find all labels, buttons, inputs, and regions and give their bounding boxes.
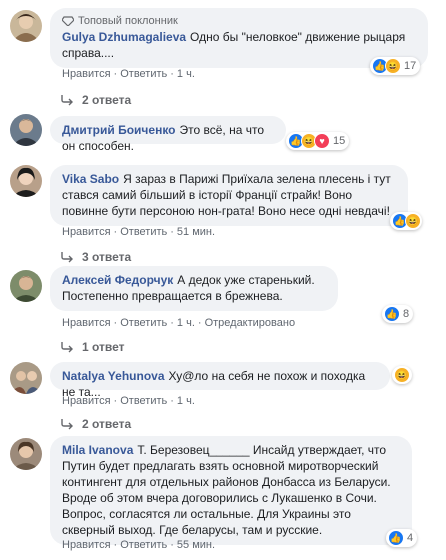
comment-bubble: Алексей Федорчук А дедок уже старенький. … <box>50 266 338 311</box>
comment-time[interactable]: 1 ч. <box>177 317 195 329</box>
comment-actions: Нравится · Ответить · 51 мин. <box>62 226 216 238</box>
avatar-image <box>12 441 40 470</box>
comment-time[interactable]: 51 мин. <box>177 226 215 238</box>
avatar-image <box>10 371 42 394</box>
reaction-summary[interactable]: 👍 😆 <box>390 212 422 230</box>
comment-time[interactable]: 1 ч. <box>177 68 195 80</box>
view-replies-button[interactable]: 1 ответ <box>60 340 125 354</box>
comment-time[interactable]: 55 мин. <box>177 539 215 551</box>
comment-bubble: Vika Sabo Я зараз в Парижі Приїхала зелен… <box>50 165 408 226</box>
avatar-image <box>12 119 40 146</box>
replies-count: 2 ответа <box>82 417 132 431</box>
haha-reaction-icon: 😆 <box>394 367 410 383</box>
comment-bubble: Mila Ivanova Т. Березовец______ Инсайд ут… <box>50 436 412 545</box>
reply-arrow-icon <box>61 95 73 106</box>
avatar[interactable] <box>10 438 42 470</box>
avatar[interactable] <box>10 362 42 394</box>
comment-actions: Нравится · Ответить · 55 мин. <box>62 539 216 551</box>
reaction-count: 8 <box>403 308 410 320</box>
like-button[interactable]: Нравится <box>62 395 111 407</box>
reply-button[interactable]: Ответить <box>120 317 167 329</box>
heart-reaction-icon: ♥ <box>314 133 330 149</box>
comment-author[interactable]: Vika Sabo <box>62 172 119 186</box>
edited-label: Отредактировано <box>204 317 296 329</box>
like-button[interactable]: Нравится <box>62 317 111 329</box>
reaction-summary[interactable]: 👍 😆 ♥ 15 <box>286 132 350 150</box>
reply-arrow-icon <box>61 342 73 353</box>
comment-author[interactable]: Gulya Dzhumagalieva <box>62 30 186 44</box>
top-fan-badge: Топовый поклонник <box>62 14 416 28</box>
comment-actions: Нравится · Ответить · 1 ч. <box>62 68 195 80</box>
like-button[interactable]: Нравится <box>62 539 111 551</box>
avatar[interactable] <box>10 114 42 146</box>
comment-bubble: Дмитрий Боиченко Это всё, на что он спосо… <box>50 116 286 153</box>
avatar-image <box>12 167 40 197</box>
comment-actions: Нравится · Ответить · 1 ч. <box>62 395 195 407</box>
haha-reaction-icon: 😆 <box>405 213 421 229</box>
reaction-summary[interactable]: 👍 4 <box>386 529 418 547</box>
comment-time[interactable]: 1 ч. <box>177 395 195 407</box>
reaction-count: 4 <box>407 532 414 544</box>
reaction-count: 17 <box>404 60 417 72</box>
like-button[interactable]: Нравится <box>62 226 111 238</box>
badge-label: Топовый поклонник <box>78 15 178 27</box>
comment-actions: Нравится · Ответить · 1 ч. · Отредактировано <box>62 317 296 329</box>
reply-button[interactable]: Ответить <box>120 395 167 407</box>
diamond-icon <box>62 16 74 26</box>
avatar-image <box>12 276 40 302</box>
haha-reaction-icon: 😆 <box>385 58 401 74</box>
comment-author[interactable]: Дмитрий Боиченко <box>62 123 176 137</box>
like-reaction-icon: 👍 <box>384 306 400 322</box>
comment-author[interactable]: Mila Ivanova <box>62 443 133 457</box>
reply-arrow-icon <box>61 419 73 430</box>
avatar[interactable] <box>10 270 42 302</box>
view-replies-button[interactable]: 2 ответа <box>60 93 131 107</box>
replies-count: 2 ответа <box>82 93 132 107</box>
view-replies-button[interactable]: 3 ответа <box>60 250 131 264</box>
reply-button[interactable]: Ответить <box>120 226 167 238</box>
reaction-summary[interactable]: 👍 8 <box>382 305 414 323</box>
replies-count: 1 ответ <box>82 340 125 354</box>
like-button[interactable]: Нравится <box>62 68 111 80</box>
replies-count: 3 ответа <box>82 250 132 264</box>
avatar[interactable] <box>10 10 42 42</box>
reaction-summary[interactable]: 😆 <box>392 366 412 384</box>
reply-button[interactable]: Ответить <box>120 68 167 80</box>
comment-text: Т. Березовец______ Инсайд утверждает, чт… <box>62 443 391 537</box>
view-replies-button[interactable]: 2 ответа <box>60 417 131 431</box>
reply-button[interactable]: Ответить <box>120 539 167 551</box>
reply-arrow-icon <box>61 252 73 263</box>
reaction-count: 15 <box>333 135 346 147</box>
reaction-summary[interactable]: 👍 😆 17 <box>370 57 421 75</box>
avatar-image <box>12 14 40 42</box>
comment-author[interactable]: Natalya Yehunova <box>62 369 165 383</box>
like-reaction-icon: 👍 <box>388 530 404 546</box>
avatar[interactable] <box>10 165 42 197</box>
comment-bubble: Natalya Yehunova Ху@ло на себя не похож и… <box>50 362 390 399</box>
comment-author[interactable]: Алексей Федорчук <box>62 273 173 287</box>
